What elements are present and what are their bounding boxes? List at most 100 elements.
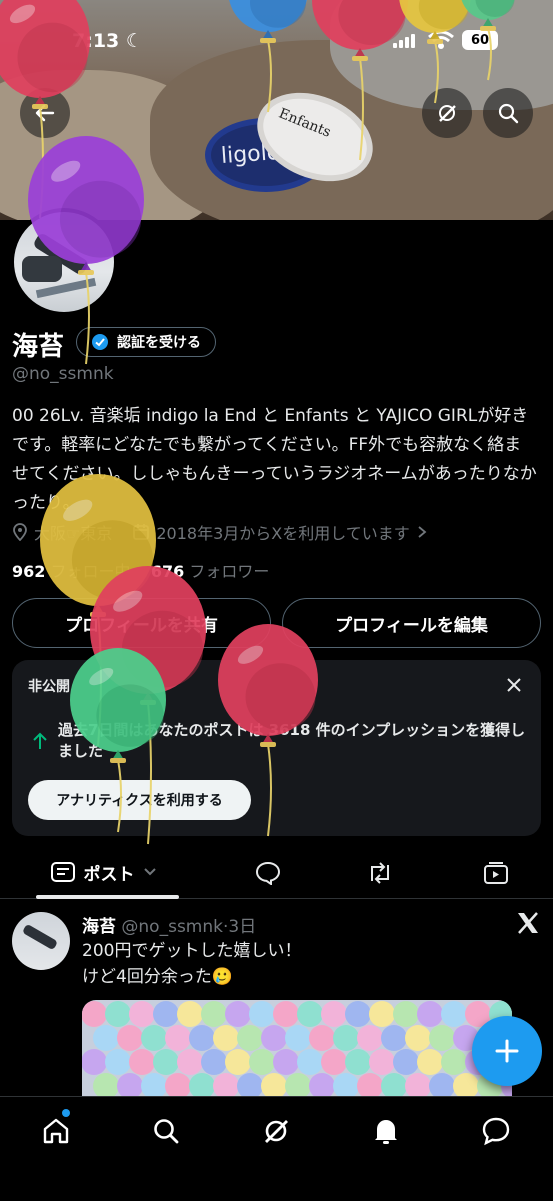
analytics-button-label: アナリティクスを利用する: [56, 793, 223, 809]
ball: [82, 1001, 107, 1027]
moon-icon: ☾: [125, 30, 143, 52]
share-profile-button[interactable]: プロフィールを共有: [12, 598, 271, 648]
grok-button[interactable]: [422, 88, 472, 138]
ball: [393, 1049, 419, 1075]
chevron-right-icon[interactable]: [416, 525, 428, 539]
avatar[interactable]: [10, 208, 118, 316]
ball: [441, 1001, 467, 1027]
ball: [297, 1049, 323, 1075]
profile-meta: 大阪☞東京 2018年3月からXを利用しています: [12, 520, 428, 544]
profile-bio: 00 26Lv. 音楽垢 indigo la End と Enfants と Y…: [12, 406, 537, 513]
tab-posts-label: ポスト: [83, 864, 135, 885]
back-arrow-icon: [35, 104, 55, 122]
ball: [417, 1049, 443, 1075]
profile-name: 海苔: [12, 332, 65, 362]
tab-reposts[interactable]: [360, 856, 400, 890]
location-text: 大阪☞東京: [34, 524, 113, 543]
x-logo-icon: [518, 912, 538, 934]
ball: [225, 1049, 251, 1075]
ball: [117, 1025, 143, 1051]
following-label: フォロー中: [50, 562, 131, 581]
status-time: 7:13 ☾: [72, 30, 143, 52]
followers-link[interactable]: 676 フォロワー: [151, 562, 270, 581]
profile-tabs: ポスト: [0, 846, 553, 899]
ball: [213, 1025, 239, 1051]
ball-pit-image: [82, 1001, 512, 1099]
ball: [105, 1049, 131, 1075]
nav-notifications[interactable]: [366, 1111, 406, 1151]
notifications-icon: [375, 1120, 397, 1144]
nav-search[interactable]: [146, 1111, 186, 1151]
back-button[interactable]: [20, 88, 70, 138]
ball: [309, 1025, 335, 1051]
ball: [93, 1025, 119, 1051]
ball: [237, 1025, 263, 1051]
get-verified-button[interactable]: 認証を受ける: [76, 327, 216, 357]
repost-tab-icon: [371, 862, 389, 884]
nav-home[interactable]: [36, 1109, 76, 1151]
ball: [273, 1049, 299, 1075]
home-notification-dot: [62, 1109, 70, 1117]
share-label: プロフィールを共有: [65, 615, 218, 636]
tab-replies[interactable]: [248, 856, 288, 890]
battery-icon: 60: [462, 30, 498, 50]
ball: [153, 1049, 179, 1075]
chevron-down-icon: [143, 868, 156, 876]
tab-media[interactable]: [476, 856, 516, 890]
ball: [429, 1025, 455, 1051]
ball: [177, 1049, 203, 1075]
ball: [249, 1001, 275, 1027]
ball: [357, 1025, 383, 1051]
media-tab-icon: [484, 862, 508, 884]
ball: [225, 1001, 251, 1027]
verified-badge-icon: [92, 334, 108, 350]
compose-button[interactable]: [472, 1016, 542, 1086]
nav-messages[interactable]: [476, 1111, 516, 1151]
tweet-name: 海苔: [82, 917, 116, 937]
edit-profile-button[interactable]: プロフィールを編集: [282, 598, 541, 648]
edit-label: プロフィールを編集: [335, 615, 488, 636]
nav-grok[interactable]: [256, 1111, 296, 1151]
search-icon: [154, 1119, 179, 1144]
calendar-icon: [133, 524, 150, 540]
close-icon[interactable]: [505, 676, 523, 694]
ball: [201, 1001, 227, 1027]
analytics-button[interactable]: アナリティクスを利用する: [28, 780, 251, 820]
messages-icon: [482, 1117, 510, 1146]
ball: [393, 1001, 419, 1027]
ball: [129, 1049, 155, 1075]
tweet-avatar[interactable]: [12, 912, 70, 970]
ball: [129, 1001, 155, 1027]
followers-label: フォロワー: [189, 562, 270, 581]
home-icon: [43, 1118, 69, 1144]
signal-icon: [393, 34, 415, 48]
private-badge: 非公開: [28, 679, 70, 695]
followers-count: 676: [150, 562, 185, 581]
ball: [405, 1025, 431, 1051]
band2-text: Enfants: [276, 105, 334, 141]
ball: [321, 1049, 347, 1075]
joined-text: 2018年3月からXを利用しています: [156, 524, 410, 543]
ball: [297, 1001, 323, 1027]
analytics-message: 過去7日間はあなたのポストは 3618 件のインプレッションを獲得しました: [58, 721, 526, 760]
following-link[interactable]: 962 フォロー中: [12, 562, 131, 581]
tab-posts[interactable]: ポスト: [28, 846, 179, 899]
battery-level: 60: [470, 32, 490, 48]
following-count: 962: [12, 562, 46, 581]
posts-tab-icon: [50, 862, 75, 882]
ball: [333, 1025, 359, 1051]
bottom-navigation: [0, 1096, 553, 1201]
ball: [105, 1001, 131, 1027]
search-button[interactable]: [483, 88, 533, 138]
ball: [273, 1001, 299, 1027]
grok-icon: [265, 1120, 288, 1143]
search-icon: [498, 103, 519, 124]
verify-label: 認証を受ける: [117, 335, 201, 351]
follow-stats: 962 フォロー中 676 フォロワー: [12, 558, 269, 582]
ball: [249, 1049, 275, 1075]
location-icon: [13, 523, 27, 541]
ball: [177, 1001, 203, 1027]
tweet-meta: @no_ssmnk·3日: [121, 917, 257, 937]
tweet-image[interactable]: [82, 1000, 512, 1100]
ball: [369, 1049, 395, 1075]
